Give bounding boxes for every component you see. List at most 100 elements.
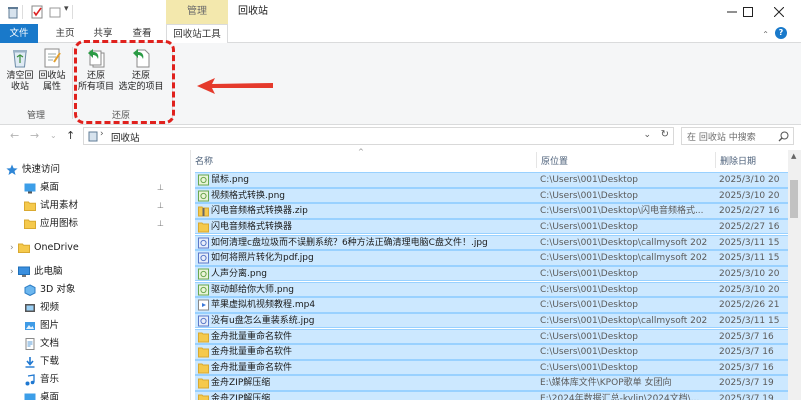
properties-check-icon[interactable] [30, 5, 44, 19]
video-icon [24, 302, 36, 314]
properties-icon [44, 48, 61, 68]
file-original-location: C:\Users\001\Desktop\callmysoft 202... [540, 315, 708, 326]
close-button[interactable] [756, 0, 801, 24]
new-folder-qa-icon[interactable] [48, 5, 62, 19]
search-placeholder: 在 回收站 中搜索 [687, 133, 756, 143]
recent-locations-icon[interactable]: ⌄ [50, 131, 57, 140]
file-name: 金舟批量重命名软件 [211, 331, 293, 342]
file-row[interactable]: 人声分离.png C:\Users\001\Desktop 2025/3/10 20 [195, 265, 788, 282]
address-dropdown-icon[interactable]: ⌄ [643, 130, 651, 140]
nav-item[interactable]: 视频 [0, 299, 178, 317]
pin-icon: ⊥ [157, 219, 164, 228]
column-separator[interactable] [536, 152, 537, 168]
file-original-location: E:\2024年数据汇总-kylin\2024文档\... [540, 394, 700, 400]
refresh-icon[interactable]: ↻ [661, 129, 669, 140]
file-row[interactable]: 金舟批量重命名软件 C:\Users\001\Desktop 2025/3/7 16 [195, 328, 788, 344]
breadcrumb-separator-icon[interactable]: › [100, 129, 104, 139]
nav-item-label: 桌面 [40, 392, 60, 400]
file-row[interactable]: 金舟ZIP解压缩 E:\2024年数据汇总-kylin\2024文档\... 202… [195, 391, 788, 400]
empty-bin-label-line1: 清空回 [6, 71, 34, 81]
file-row[interactable]: 驱动邮给你大师.png C:\Users\001\Desktop 2025/3/10… [195, 281, 788, 298]
file-deleted-date: 2025/3/10 20 [719, 175, 780, 185]
scroll-up-icon[interactable]: ▲ [791, 152, 796, 160]
group-separator [72, 47, 73, 119]
qa-customize-icon[interactable]: ▾ [64, 4, 69, 14]
file-row[interactable]: 闪电音频格式转换器 C:\Users\001\Desktop 2025/2/27 1… [195, 218, 788, 235]
documents-icon [24, 338, 36, 350]
file-name: 闪电音频格式转换器.zip [211, 206, 308, 217]
file-row[interactable]: 金舟ZIP解压缩 E:\媒体库文件\KPOP歌单 女团向 2025/3/7 19 [195, 375, 788, 391]
music-icon [24, 374, 36, 386]
file-deleted-date: 2025/3/7 16 [719, 331, 774, 342]
tab-home[interactable]: 主页 [46, 24, 84, 43]
empty-recycle-bin-button[interactable]: 清空回 收站 [4, 47, 36, 93]
file-original-location: E:\媒体库文件\KPOP歌单 女团向 [540, 378, 672, 389]
address-box[interactable]: › 回收站 ⌄ ↻ [83, 127, 674, 145]
maximize-icon [743, 7, 753, 17]
qa-separator [22, 5, 23, 19]
image-file-icon [198, 284, 209, 296]
explorer-window: ▾ 管理 回收站 文件 主页 共享 查看 回收站工具 ⌃ ? 清空回 收站 回收… [0, 0, 801, 400]
file-row[interactable]: 如何将照片转化为pdf.jpg C:\Users\001\Desktop\call… [195, 250, 788, 266]
file-row[interactable]: 没有u盘怎么重装系统.jpg C:\Users\001\Desktop\callm… [195, 312, 788, 329]
file-name: 如何清理c盘垃圾而不误删系统？6种方法正确清理电脑C盘文件！.jpg [211, 237, 488, 248]
forward-icon[interactable]: → [30, 129, 39, 142]
column-header-name[interactable]: 名称 [195, 154, 213, 167]
breadcrumb-recycle-bin[interactable]: 回收站 [111, 130, 140, 144]
tab-recycle-bin-tools[interactable]: 回收站工具 [166, 24, 228, 44]
file-name: 金舟批量重命名软件 [211, 347, 293, 358]
nav-item[interactable]: 桌面 ⊥ [0, 179, 178, 197]
address-bar-row: ← → ⌄ ↑ › 回收站 ⌄ ↻ 在 回收站 中搜索 [0, 125, 801, 147]
nav-item-label: 音乐 [40, 374, 60, 385]
nav-item[interactable]: 试用素材 ⊥ [0, 197, 178, 215]
contextual-tab-manage[interactable]: 管理 [166, 0, 228, 24]
expand-chevron-icon[interactable]: › [10, 239, 14, 257]
column-header-deleted[interactable]: 删除日期 [720, 154, 756, 167]
nav-item[interactable]: 下载 [0, 353, 178, 371]
file-row[interactable]: 鼠标.png C:\Users\001\Desktop 2025/3/10 20 [195, 172, 788, 188]
pin-icon: ⊥ [157, 183, 164, 192]
file-deleted-date: 2025/3/11 15 [719, 315, 780, 326]
desktop-folder-icon [24, 182, 36, 194]
nav-item[interactable]: 桌面 [0, 389, 178, 400]
file-original-location: C:\Users\001\Desktop [540, 268, 638, 279]
nav-item[interactable]: 文档 [0, 335, 178, 353]
recycle-bin-properties-button[interactable]: 回收站 属性 [36, 47, 68, 93]
search-icon[interactable] [778, 131, 789, 142]
star-icon [6, 164, 18, 176]
zip-file-icon [198, 205, 209, 217]
tab-file[interactable]: 文件 [0, 24, 38, 43]
file-row[interactable]: 金舟批量重命名软件 C:\Users\001\Desktop 2025/3/7 16 [195, 359, 788, 376]
file-deleted-date: 2025/3/7 16 [719, 347, 774, 358]
back-icon[interactable]: ← [10, 129, 19, 142]
column-header-location[interactable]: 原位置 [541, 154, 568, 167]
vertical-scrollbar[interactable]: ▲ [788, 150, 801, 400]
file-row[interactable]: 如何清理c盘垃圾而不误删系统？6种方法正确清理电脑C盘文件！.jpg C:\Use… [195, 234, 788, 251]
file-row[interactable]: 金舟批量重命名软件 C:\Users\001\Desktop 2025/3/7 16 [195, 344, 788, 360]
up-icon[interactable]: ↑ [66, 129, 75, 142]
highlight-annotation [74, 40, 175, 124]
nav-item[interactable]: 应用图标 ⊥ [0, 215, 178, 233]
nav-item[interactable]: › OneDrive [0, 239, 178, 257]
column-header-row: ^ 名称 原位置 删除日期 [191, 148, 788, 170]
scrollbar-thumb[interactable] [790, 180, 798, 218]
nav-item[interactable]: 3D 对象 [0, 281, 178, 299]
nav-scrollbar[interactable] [180, 155, 188, 400]
nav-item-label: 此电脑 [34, 266, 63, 277]
nav-item[interactable]: ›快速访问 [0, 161, 178, 179]
nav-item[interactable]: 图片 [0, 317, 178, 335]
column-separator[interactable] [715, 152, 716, 168]
expand-chevron-icon[interactable]: › [10, 263, 14, 281]
file-row[interactable]: 视频格式转换.png C:\Users\001\Desktop 2025/3/10 … [195, 187, 788, 204]
file-name: 金舟批量重命名软件 [211, 362, 293, 373]
recycle-bin-small-icon [88, 131, 98, 142]
file-row[interactable]: 闪电音频格式转换器.zip C:\Users\001\Desktop\闪电音频格式… [195, 203, 788, 219]
file-name: 金舟ZIP解压缩 [211, 378, 271, 389]
collapse-ribbon-icon[interactable]: ⌃ [762, 30, 769, 39]
help-icon[interactable]: ? [775, 27, 787, 39]
navigation-pane: ›快速访问桌面 ⊥ 试用素材 ⊥ 应用图标 ⊥ › OneDrive › 此电脑 3D 对象视频图片… [0, 155, 178, 400]
nav-item[interactable]: › 此电脑 [0, 263, 178, 281]
file-row[interactable]: 苹果虚拟机视频教程.mp4 C:\Users\001\Desktop 2025/2/… [195, 297, 788, 313]
search-box[interactable]: 在 回收站 中搜索 [681, 127, 794, 145]
nav-item[interactable]: 音乐 [0, 371, 178, 389]
